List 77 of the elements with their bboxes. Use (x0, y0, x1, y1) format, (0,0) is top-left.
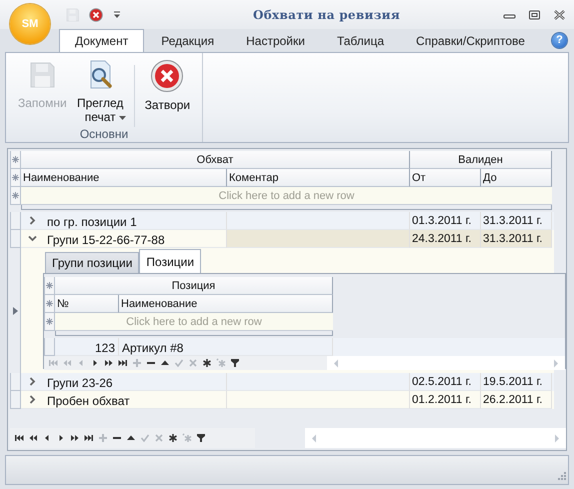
navigator-button[interactable] (167, 431, 179, 445)
asterisk-icon (202, 358, 212, 368)
double-right-arrow-icon (104, 358, 114, 368)
asterisk-icon (182, 433, 192, 443)
asterisk-icon (12, 192, 19, 199)
column-header[interactable]: Коментар (227, 169, 410, 187)
up-triangle-icon (160, 358, 170, 368)
group-label: Основни (78, 127, 130, 141)
close-icon (553, 8, 566, 20)
band-header: Валиден (410, 151, 552, 169)
column-header[interactable]: Наименование (21, 169, 227, 187)
chevron-right-icon[interactable] (28, 377, 37, 386)
table-cell: Пробен обхват (47, 394, 130, 408)
resize-grip-icon[interactable] (556, 472, 566, 482)
filter-icon (196, 433, 206, 443)
band-header: Позиция (55, 277, 333, 295)
dropdown-arrow-icon (113, 10, 121, 18)
window-control[interactable] (528, 8, 541, 20)
asterisk-icon (12, 156, 19, 163)
first-record-icon (14, 433, 24, 443)
asterisk-icon (12, 174, 19, 181)
asterisk-icon (46, 318, 53, 325)
double-left-arrow-icon (62, 358, 72, 368)
table-cell: Групи 15-22-66-77-88 (47, 233, 165, 247)
table-cell: 123 (55, 338, 119, 356)
double-left-arrow-icon (28, 433, 38, 443)
asterisk-icon (216, 358, 226, 368)
table-cell: 01.2.2011 г. (410, 391, 481, 409)
cross-icon (188, 358, 198, 368)
table-cell: 31.3.2011 г. (481, 230, 552, 248)
checkmark-icon (174, 358, 184, 368)
band-header: Обхват (21, 151, 410, 169)
ribbon-tab[interactable]: Документ (59, 29, 144, 52)
column-header[interactable]: № (55, 295, 119, 313)
toolbar-button[interactable] (113, 10, 121, 18)
chevron-right-icon[interactable] (28, 395, 37, 404)
ribbon-button[interactable]: Затвори (140, 57, 194, 112)
asterisk-icon (46, 300, 53, 307)
close-icon (89, 8, 103, 22)
chevron-right-icon[interactable] (28, 216, 37, 225)
ribbon-tab[interactable]: Таблица (322, 30, 400, 52)
last-record-icon (84, 433, 94, 443)
ribbon-tab[interactable]: Редакция (146, 30, 230, 52)
table-cell: Групи 23-26 (47, 376, 113, 390)
plus-icon (132, 358, 142, 368)
double-right-arrow-icon (70, 433, 80, 443)
toolbar-button[interactable] (89, 8, 103, 22)
asterisk-icon (46, 282, 53, 289)
filter-icon (230, 358, 240, 368)
window-control[interactable] (553, 8, 566, 20)
ribbon-tab[interactable]: Настройки (231, 30, 320, 52)
cross-icon (154, 433, 164, 443)
current-row-icon (12, 306, 18, 314)
restore-icon (528, 8, 541, 20)
last-record-icon (118, 358, 128, 368)
close-icon (150, 59, 184, 93)
detail-tab[interactable]: Позиции (139, 249, 202, 273)
navigator-button[interactable] (195, 431, 207, 445)
navigator-button[interactable] (201, 356, 213, 370)
first-record-icon (48, 358, 58, 368)
up-triangle-icon (126, 433, 136, 443)
detail-tab[interactable]: Групи позиции (45, 252, 140, 273)
table-cell: 26.2.2011 г. (481, 391, 552, 409)
ribbon-button[interactable]: Преглед печат (70, 57, 130, 120)
window-title: Обхвати на ревизия (252, 8, 402, 22)
checkmark-icon (140, 433, 150, 443)
column-header[interactable]: Наименование (119, 295, 333, 313)
ribbon-tab[interactable]: Справки/Скриптове (401, 30, 540, 52)
table-cell: 24.3.2011 г. (410, 230, 481, 248)
column-header[interactable]: До (481, 169, 552, 187)
asterisk-icon (168, 433, 178, 443)
plus-icon (98, 433, 108, 443)
table-cell: по гр. позиции 1 (47, 215, 137, 229)
column-header[interactable]: От (410, 169, 481, 187)
navigator-button[interactable] (229, 356, 241, 370)
chevron-down-icon[interactable] (28, 234, 37, 243)
row-indicator (10, 391, 21, 409)
